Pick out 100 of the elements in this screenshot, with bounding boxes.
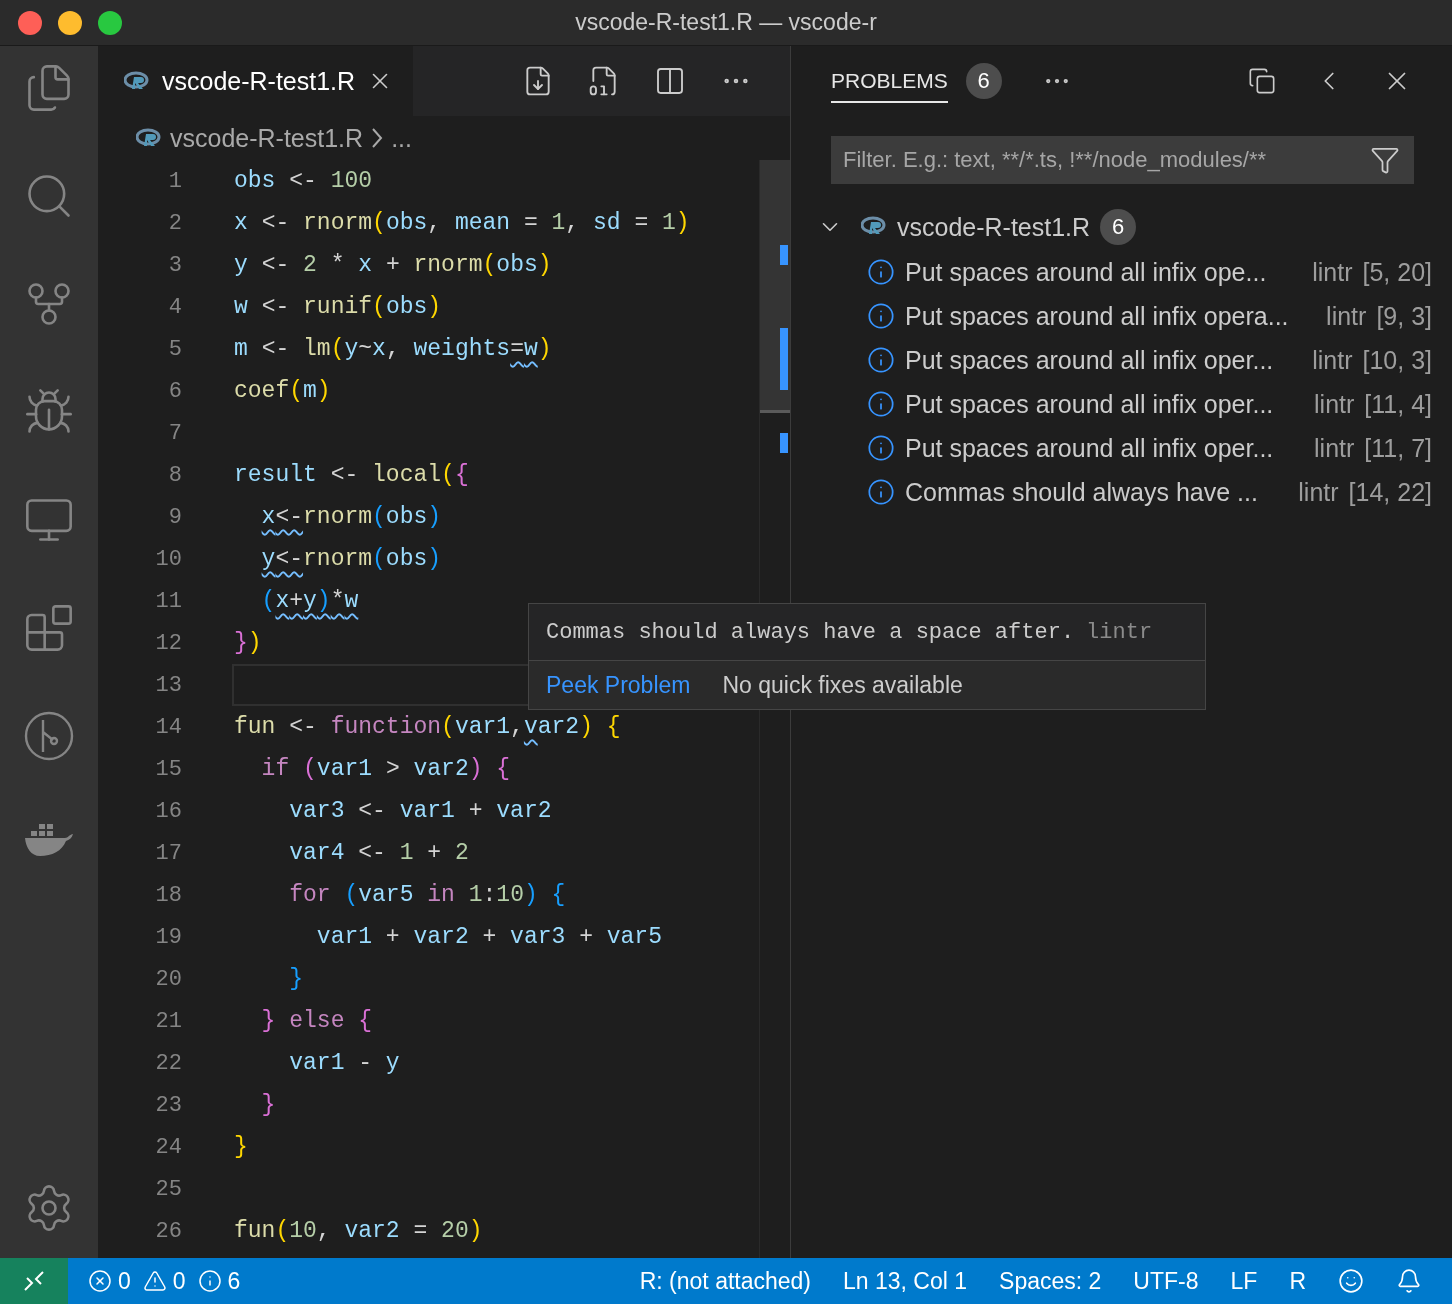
line-number: 8 [167, 462, 182, 488]
window-title: vscode-R-test1.R — vscode-r [575, 9, 877, 36]
remote-button[interactable] [0, 1258, 68, 1304]
problem-message: Put spaces around all infix opera... [905, 301, 1289, 331]
line-number: 3 [167, 252, 182, 278]
problem-message: Put spaces around all infix oper... [905, 389, 1274, 419]
code-line: fun <- function(var1,var2) { [234, 714, 621, 740]
remote-icon [23, 1270, 45, 1292]
line-number: 18 [154, 882, 182, 908]
problem-source: lintr [1298, 477, 1339, 507]
code-line: for (var5 in 1:10) { [288, 882, 566, 908]
maximize-window-button[interactable] [98, 10, 122, 35]
line-number: 14 [154, 714, 182, 740]
feedback-smiley-icon[interactable] [1338, 1268, 1364, 1294]
split-editor-icon[interactable] [654, 65, 686, 97]
status-item[interactable]: LF [1230, 1267, 1258, 1295]
code-line: y<-rnorm(obs) [260, 546, 442, 572]
peek-problem-link[interactable]: Peek Problem [546, 671, 691, 699]
r-file-icon [124, 71, 150, 91]
problem-row[interactable]: Put spaces around all infix oper... lintr [11, 7] [791, 426, 1452, 470]
line-number: 6 [167, 378, 182, 404]
close-window-button[interactable] [18, 10, 42, 35]
status-item[interactable]: Spaces: 2 [999, 1267, 1102, 1295]
minimize-window-button[interactable] [58, 10, 82, 35]
problem-source: lintr [1312, 345, 1353, 375]
line-number: 26 [154, 1218, 182, 1244]
notifications-icon[interactable] [1396, 1268, 1422, 1294]
line-number: 24 [154, 1134, 182, 1160]
problem-source: lintr [1326, 301, 1367, 331]
error-count[interactable]: 0 [118, 1267, 131, 1295]
code-line: w <- runif(obs) [234, 294, 442, 320]
line-number: 12 [154, 630, 182, 656]
line-number: 22 [154, 1050, 182, 1076]
problem-location: [9, 3] [1376, 301, 1432, 331]
problem-location: [14, 22] [1348, 477, 1432, 507]
line-number: 11 [154, 588, 182, 614]
scrollbar-thumb[interactable] [760, 160, 790, 413]
status-item[interactable]: R: (not attached) [639, 1267, 812, 1295]
line-number: 16 [154, 798, 182, 824]
info-icon [867, 258, 895, 286]
problems-tab[interactable]: PROBLEMS [831, 59, 948, 103]
line-number: 9 [167, 504, 182, 530]
code-line: x <- rnorm(obs, mean = 1, sd = 1) [234, 210, 690, 236]
problem-message: Put spaces around all infix oper... [905, 345, 1274, 375]
line-number: 19 [154, 924, 182, 950]
problem-source: lintr [1314, 389, 1355, 419]
code-line: obs <- 100 [234, 168, 373, 194]
code-line: y <- 2 * x + rnorm(obs) [234, 252, 552, 278]
problem-row[interactable]: Commas should always have ... lintr [14, 22] [791, 470, 1452, 514]
code-line: m <- lm(y~x, weights=w) [234, 336, 552, 362]
git-graph-icon[interactable] [23, 710, 75, 762]
info-icon [867, 390, 895, 418]
file-name: vscode-R-test1.R [897, 212, 1091, 242]
info-marker [780, 433, 788, 453]
file-tree-row[interactable]: vscode-R-test1.R 6 [791, 204, 1452, 250]
status-item[interactable]: Ln 13, Col 1 [843, 1267, 968, 1295]
problem-row[interactable]: Put spaces around all infix ope... lintr [5, 20] [791, 250, 1452, 294]
problem-location: [10, 3] [1362, 345, 1432, 375]
hover-source: lintr [1086, 619, 1153, 645]
code-line: } [288, 966, 304, 992]
code-line: x<-rnorm(obs) [260, 504, 442, 530]
breadcrumb-item[interactable]: ... [391, 123, 412, 153]
info-marker [780, 328, 788, 390]
extensions-icon[interactable] [23, 602, 75, 654]
problem-row[interactable]: Put spaces around all infix opera... lintr [9, 3] [791, 294, 1452, 338]
problem-source: lintr [1312, 257, 1353, 287]
code-line: }) [234, 630, 262, 656]
tab-label: vscode-R-test1.R [162, 66, 356, 96]
problem-message: Put spaces around all infix oper... [905, 433, 1274, 463]
code-line: } [234, 1134, 248, 1160]
editor-tab[interactable]: vscode-R-test1.R [98, 46, 414, 116]
code-line: result <- local({ [234, 462, 469, 488]
line-number: 17 [154, 840, 182, 866]
code-line: (x+y)*w [260, 588, 359, 614]
problem-row[interactable]: Put spaces around all infix oper... lintr [10, 3] [791, 338, 1452, 382]
quick-fix-note: No quick fixes available [722, 671, 963, 699]
code-line: var3 <- var1 + var2 [288, 798, 552, 824]
count-badge: 6 [1100, 209, 1137, 245]
warning-count[interactable]: 0 [172, 1267, 186, 1295]
line-number: 21 [154, 1008, 182, 1034]
problem-row[interactable]: Put spaces around all infix oper... lintr [11, 4] [791, 382, 1452, 426]
info-icon [867, 302, 895, 330]
hover-message: Commas should always have a space after. [546, 619, 1075, 645]
filter-icon[interactable] [1370, 145, 1400, 175]
line-number: 1 [167, 168, 182, 194]
filter-field[interactable]: Filter. E.g.: text, **/*.ts, !**/node_modules/** [831, 136, 1414, 184]
info-icon [867, 478, 895, 506]
problem-source: lintr [1314, 433, 1355, 463]
code-line: fun(10, var2 = 20) [234, 1218, 483, 1244]
problem-location: [11, 4] [1364, 389, 1432, 419]
status-item[interactable]: UTF-8 [1133, 1267, 1199, 1295]
info-count[interactable]: 6 [227, 1267, 241, 1295]
line-number: 4 [167, 294, 182, 320]
line-number: 13 [154, 672, 182, 698]
restore-panel-icon[interactable] [1248, 67, 1276, 95]
line-number: 23 [154, 1092, 182, 1118]
code-line: var1 + var2 + var3 + var5 [315, 924, 662, 950]
problem-location: [11, 7] [1364, 433, 1432, 463]
breadcrumb-item[interactable]: vscode-R-test1.R [170, 123, 364, 153]
status-item[interactable]: R [1289, 1267, 1306, 1295]
